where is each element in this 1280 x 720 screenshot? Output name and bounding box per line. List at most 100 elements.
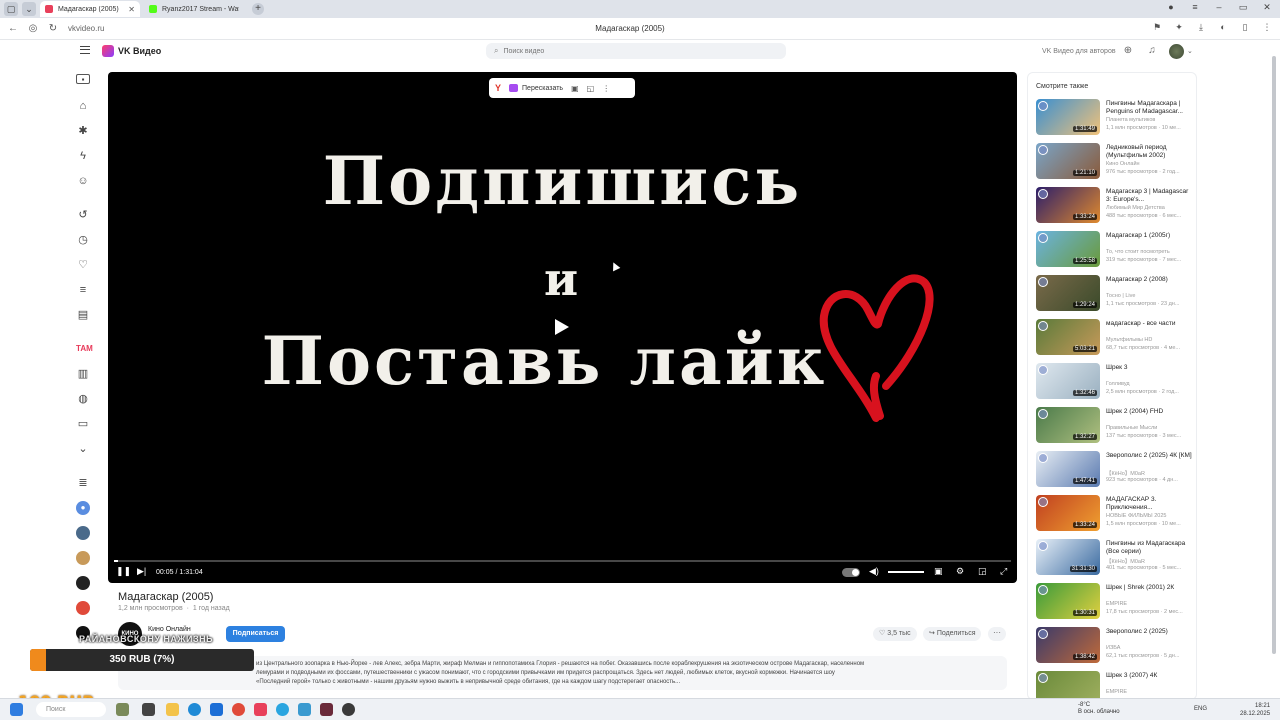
video-thumbnail[interactable]: 1:31:49 bbox=[1036, 99, 1100, 135]
recommendation-item[interactable]: 1:32:46 Шрек 3 Голливуд 2,5 млн просмотров … bbox=[1036, 363, 1194, 401]
recommendation-channel[interactable]: Голливуд bbox=[1106, 381, 1192, 387]
like-button[interactable]: ♡ 3,5 тыс bbox=[873, 627, 917, 641]
recommendation-channel[interactable]: Любимый Мир Детства bbox=[1106, 205, 1192, 211]
volume-slider[interactable] bbox=[888, 571, 924, 573]
progress-bar[interactable] bbox=[114, 560, 1011, 562]
video-thumbnail[interactable]: 1:25:58 bbox=[1036, 231, 1100, 267]
tab-menu-button[interactable]: ▢ bbox=[4, 2, 18, 16]
bookmark-icon[interactable]: ⚑ bbox=[1152, 22, 1162, 33]
profile-icon[interactable]: ● bbox=[1166, 2, 1176, 13]
yandex-icon[interactable]: Y bbox=[495, 83, 501, 93]
widgets-icon[interactable] bbox=[116, 703, 129, 716]
channel-avatar-icon[interactable] bbox=[76, 601, 90, 615]
chrome-icon[interactable] bbox=[232, 703, 245, 716]
more-icon[interactable]: ⋮ bbox=[602, 84, 610, 93]
recommendation-item[interactable]: 1:32:27 Шрек 2 (2004) FHD Правильные Мысли… bbox=[1036, 407, 1194, 445]
file-explorer-icon[interactable] bbox=[166, 703, 179, 716]
video-thumbnail[interactable]: 1:29:24 bbox=[1036, 275, 1100, 311]
extensions-icon[interactable]: ✦ bbox=[1174, 22, 1184, 33]
subscribe-button[interactable]: Подписаться bbox=[226, 626, 285, 642]
autoplay-toggle[interactable] bbox=[842, 568, 860, 577]
vk-video-logo-icon[interactable] bbox=[102, 45, 114, 57]
miniplayer-icon[interactable]: ◲ bbox=[978, 566, 987, 577]
more-icon[interactable]: ⋮ bbox=[1262, 22, 1272, 33]
recommendation-title[interactable]: Мадагаскар 1 (2005г) bbox=[1106, 232, 1192, 240]
channel-avatar-icon[interactable]: ● bbox=[76, 501, 90, 515]
chevron-down-icon[interactable]: ⌄ bbox=[1187, 47, 1193, 55]
recommendation-title[interactable]: Пингвины Мадагаскара | Penguins of Madag… bbox=[1106, 100, 1192, 116]
clips-icon[interactable]: ϟ bbox=[76, 149, 90, 163]
recommendation-channel[interactable]: То, что стоит посмотреть bbox=[1106, 249, 1192, 255]
center-play-icon[interactable] bbox=[555, 319, 569, 335]
tab-madagascar[interactable]: Мадагаскар (2005) ✕ bbox=[40, 1, 140, 17]
recommendation-title[interactable]: МАДАГАСКАР 3. Приключения... bbox=[1106, 496, 1192, 512]
close-icon[interactable]: ✕ bbox=[128, 5, 135, 14]
video-thumbnail[interactable]: 1:32:27 bbox=[1036, 407, 1100, 443]
alice-icon[interactable]: ◐ bbox=[1218, 22, 1228, 33]
recommendation-channel[interactable]: EMPIRE bbox=[1106, 689, 1192, 695]
recommendation-channel[interactable]: Правильные Мысли bbox=[1106, 425, 1192, 431]
more-actions-button[interactable]: ··· bbox=[988, 627, 1006, 641]
weather-widget[interactable]: -8°C В осн. облачно bbox=[1078, 702, 1120, 716]
close-window-icon[interactable]: ✕ bbox=[1262, 2, 1272, 13]
recommendation-item[interactable]: 1:33:24 МАДАГАСКАР 3. Приключения... НОВЫЕ… bbox=[1036, 495, 1194, 533]
avatar[interactable] bbox=[1169, 44, 1184, 59]
recommendation-title[interactable]: Шрек 2 (2004) FHD bbox=[1106, 408, 1192, 416]
app-name[interactable]: VK Видео bbox=[118, 46, 161, 56]
edge-icon[interactable] bbox=[188, 703, 201, 716]
recommendation-title[interactable]: мадагаскар - все части bbox=[1106, 320, 1192, 328]
settings-icon[interactable]: ⚙ bbox=[956, 566, 964, 577]
menu-icon[interactable]: ≡ bbox=[1190, 2, 1200, 13]
video-thumbnail[interactable]: 5:03:21 bbox=[1036, 319, 1100, 355]
restore-icon[interactable]: ▭ bbox=[1238, 2, 1248, 13]
video-thumbnail[interactable]: 1:38:42 bbox=[1036, 627, 1100, 663]
yandex-browser-icon[interactable] bbox=[254, 703, 267, 716]
new-tab-button[interactable]: + bbox=[252, 3, 264, 15]
tab-list-button[interactable]: ⌄ bbox=[22, 2, 36, 16]
next-icon[interactable]: ▶| bbox=[137, 566, 146, 577]
store-icon[interactable] bbox=[210, 703, 223, 716]
video-player[interactable]: Y Пересказать ▣ ◱ ⋮ Подпишись и Поставь … bbox=[108, 72, 1017, 583]
tv-icon[interactable]: ▭ bbox=[76, 417, 90, 431]
bell-icon[interactable]: ♫ bbox=[1146, 45, 1158, 57]
picture-in-picture-icon[interactable]: ◱ bbox=[587, 84, 595, 93]
recommendation-title[interactable]: Шрек 3 (2007) 4К bbox=[1106, 672, 1192, 680]
recommendation-channel[interactable]: Тосно | Live bbox=[1106, 293, 1192, 299]
video-thumbnail[interactable]: 1:33:24 bbox=[1036, 187, 1100, 223]
video-thumbnail[interactable] bbox=[1036, 671, 1100, 699]
volume-icon[interactable]: ◀) bbox=[869, 566, 879, 577]
pause-icon[interactable]: ❚❚ bbox=[116, 566, 131, 577]
task-view-icon[interactable] bbox=[142, 703, 155, 716]
recommendation-channel[interactable]: 【КёНо】M0aR bbox=[1106, 557, 1192, 565]
channel-avatar-icon[interactable] bbox=[76, 526, 90, 540]
recommendation-channel[interactable]: Мультфильмы HD bbox=[1106, 337, 1192, 343]
channel-avatar-icon[interactable] bbox=[76, 576, 90, 590]
watch-later-icon[interactable]: ◷ bbox=[76, 233, 90, 247]
subtitles-icon[interactable]: ▣ bbox=[571, 84, 579, 93]
recommendation-channel[interactable]: 【КёНо】M0aR bbox=[1106, 469, 1192, 477]
recommendation-channel[interactable]: Планета мультиков bbox=[1106, 117, 1192, 123]
windows-start-icon[interactable] bbox=[10, 703, 23, 716]
recommendation-title[interactable]: Шрек 3 bbox=[1106, 364, 1192, 372]
authors-link[interactable]: VK Видео для авторов bbox=[1042, 48, 1116, 55]
recommendation-channel[interactable]: ИЗБА bbox=[1106, 645, 1192, 651]
recommendation-channel[interactable]: НОВЫЕ ФИЛЬМЫ 2025 bbox=[1106, 513, 1192, 519]
recommendation-title[interactable]: Зверополис 2 (2025) 4К [КМ] bbox=[1106, 452, 1192, 460]
taskbar-clock[interactable]: 18:21 28.12.2025 bbox=[1240, 702, 1270, 718]
my-videos-icon[interactable]: ▤ bbox=[76, 308, 90, 322]
scrollbar-thumb[interactable] bbox=[1272, 56, 1276, 654]
search-input[interactable] bbox=[503, 47, 764, 55]
share-button[interactable]: ↪ Поделиться bbox=[923, 627, 982, 641]
recommendation-item[interactable]: 1:29:24 Мадагаскар 2 (2008) Тосно | Live 1,… bbox=[1036, 275, 1194, 313]
menu-icon[interactable] bbox=[80, 46, 90, 54]
recommendation-item[interactable]: 1:31:49 Пингвины Мадагаскара | Penguins o… bbox=[1036, 99, 1194, 137]
obs-icon[interactable] bbox=[342, 703, 355, 716]
subscriptions-icon[interactable]: ≣ bbox=[76, 476, 90, 490]
heart-icon[interactable]: ♡ bbox=[76, 258, 90, 272]
recommendation-title[interactable]: Пингвины из Мадагаскара (Все серии) bbox=[1106, 540, 1192, 556]
history-icon[interactable]: ↺ bbox=[76, 208, 90, 222]
recommendation-item[interactable]: 1:38:42 Зверополис 2 (2025) ИЗБА 62,1 тыс п… bbox=[1036, 627, 1194, 665]
recommendation-title[interactable]: Зверополис 2 (2025) bbox=[1106, 628, 1192, 636]
recommendation-title[interactable]: Ледниковый период (Мультфильм 2002) bbox=[1106, 144, 1192, 160]
book-icon[interactable]: ▥ bbox=[76, 367, 90, 381]
